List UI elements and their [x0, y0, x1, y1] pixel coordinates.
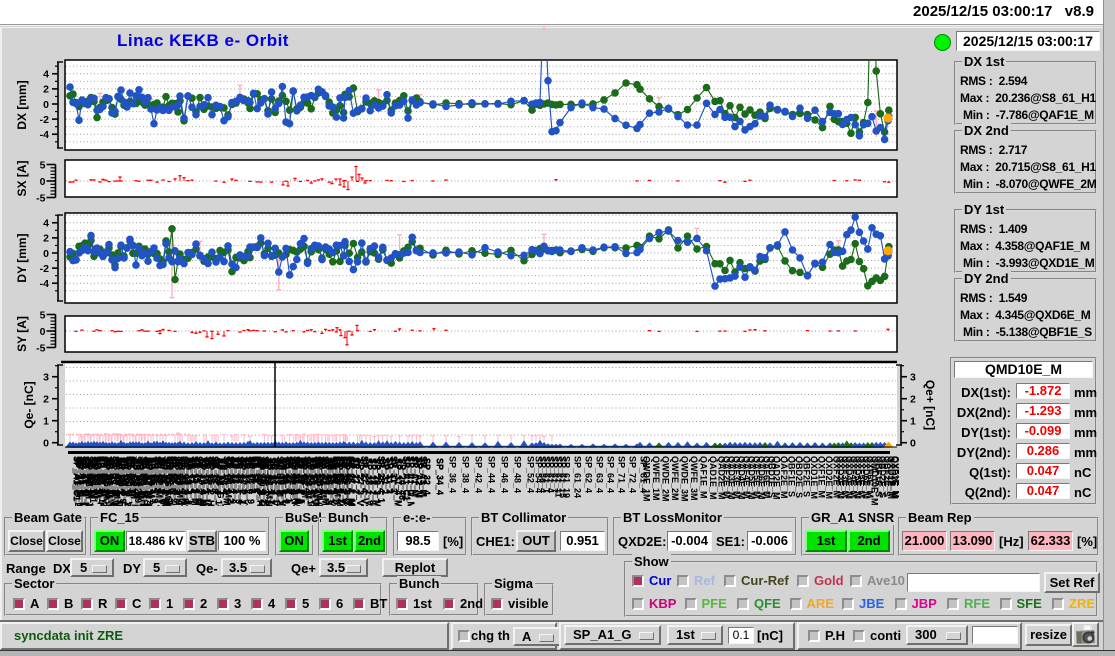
svg-text:QAD1E_M: QAD1E_M	[708, 456, 718, 500]
svg-text:QWFE_1M: QWFE_1M	[651, 456, 661, 501]
svg-text:0: 0	[43, 248, 49, 260]
svg-text:4: 4	[43, 218, 49, 230]
svg-text:QAF1E_M: QAF1E_M	[699, 456, 709, 499]
svg-text:2: 2	[910, 394, 916, 406]
svg-text:-2: -2	[40, 114, 49, 126]
svg-text:-5: -5	[36, 192, 45, 204]
svg-text:SP_46_4: SP_46_4	[500, 456, 510, 493]
svg-text:SP_61_19: SP_61_19	[562, 456, 572, 498]
svg-text:SP_48_4: SP_48_4	[513, 456, 523, 493]
svg-text:-4: -4	[40, 278, 49, 290]
svg-text:2: 2	[43, 84, 49, 96]
svg-text:QXD2E_M: QXD2E_M	[890, 456, 900, 499]
svg-text:SY [A]: SY [A]	[15, 316, 29, 352]
svg-text:SX [A]: SX [A]	[15, 160, 29, 196]
svg-text:3: 3	[43, 372, 49, 384]
svg-text:Qe- [nC]: Qe- [nC]	[22, 381, 36, 428]
svg-text:SP_62_4: SP_62_4	[584, 456, 594, 493]
svg-text:SP_36_4: SP_36_4	[448, 456, 458, 493]
svg-text:0: 0	[40, 176, 46, 188]
svg-text:QWDE_3M: QWDE_3M	[680, 456, 690, 502]
svg-text:5: 5	[40, 159, 46, 171]
svg-text:2: 2	[43, 394, 49, 406]
svg-text:SP_72_4: SP_72_4	[628, 456, 638, 493]
svg-text:5: 5	[40, 309, 46, 321]
svg-text:SP_64_4: SP_64_4	[606, 456, 616, 493]
svg-text:SP_44_4: SP_44_4	[487, 456, 497, 493]
svg-text:QWDE_1M: QWDE_1M	[642, 456, 652, 502]
svg-text:SP_42_4: SP_42_4	[474, 456, 484, 493]
svg-text:QWDE_2M: QWDE_2M	[661, 456, 671, 502]
svg-text:0: 0	[43, 438, 49, 450]
svg-text:4: 4	[43, 69, 49, 81]
svg-text:SP_38_4: SP_38_4	[461, 456, 471, 493]
svg-text:-5: -5	[36, 342, 45, 354]
svg-text:0: 0	[40, 326, 46, 338]
svg-text:SP_32_4: SP_32_4	[422, 458, 432, 495]
svg-text:0: 0	[910, 438, 916, 450]
svg-text:SP_61_24: SP_61_24	[573, 456, 583, 498]
svg-text:DX [mm]: DX [mm]	[15, 80, 29, 129]
svg-text:SP_63_4: SP_63_4	[595, 456, 605, 493]
svg-text:SP_12_1: SP_12_1	[343, 456, 353, 493]
svg-text:-4: -4	[40, 129, 49, 141]
svg-text:3: 3	[910, 372, 916, 384]
svg-text:QWFE_2M: QWFE_2M	[670, 456, 680, 501]
svg-text:DY [mm]: DY [mm]	[15, 233, 29, 282]
svg-text:SP_71_4: SP_71_4	[617, 456, 627, 493]
svg-text:1: 1	[43, 416, 49, 428]
svg-text:0: 0	[43, 99, 49, 111]
svg-text:1: 1	[910, 416, 916, 428]
svg-text:2: 2	[43, 233, 49, 245]
svg-text:QWFE_3M: QWFE_3M	[689, 456, 699, 501]
svg-text:-2: -2	[40, 263, 49, 275]
svg-text:SP_34_4: SP_34_4	[435, 458, 445, 495]
svg-text:Qe+ [nC]: Qe+ [nC]	[923, 380, 935, 430]
